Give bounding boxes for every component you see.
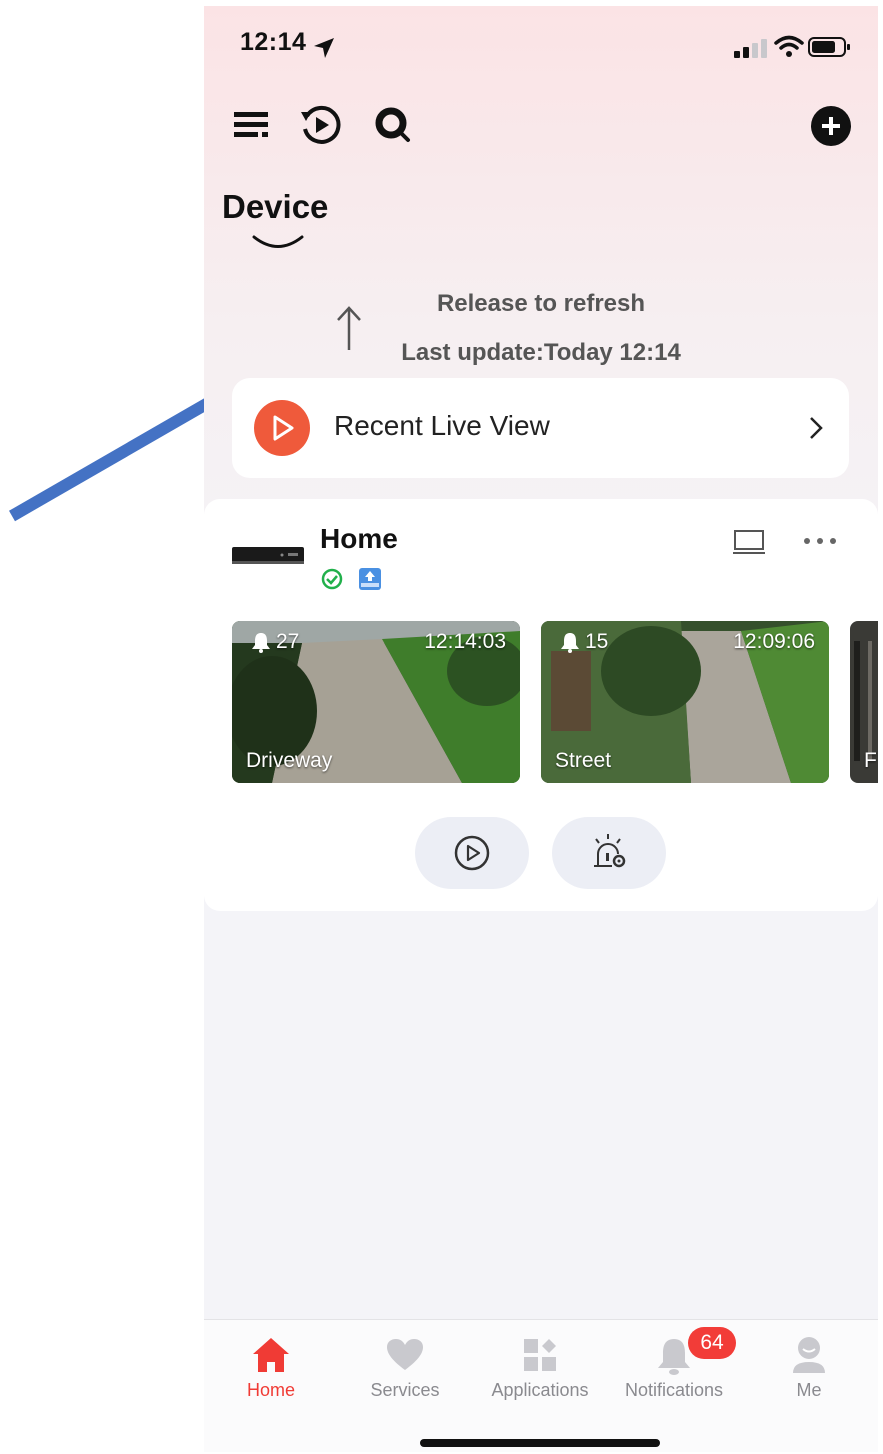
tab-label: Home	[246, 1380, 295, 1400]
camera-time: 12:09:06	[733, 630, 815, 653]
tab-home[interactable]: Home	[204, 1320, 338, 1430]
alert-count: 15	[585, 630, 609, 653]
home-indicator	[420, 1439, 660, 1447]
status-time: 12:14	[240, 28, 307, 56]
bell-icon	[252, 633, 270, 653]
home-icon	[253, 1338, 289, 1372]
tab-label: Services	[370, 1380, 440, 1400]
profile-icon	[793, 1337, 825, 1373]
camera-thumbnail[interactable]: 27 12:14:03 Driveway	[232, 621, 520, 783]
tab-services[interactable]: Services	[338, 1320, 472, 1430]
more-icon[interactable]	[802, 535, 838, 547]
release-to-refresh-text: Release to refresh	[436, 290, 646, 317]
play-circle-icon	[454, 835, 490, 871]
search-icon[interactable]	[374, 106, 414, 146]
tab-label: Applications	[491, 1380, 589, 1400]
tab-label: Me	[796, 1380, 822, 1400]
online-check-icon	[321, 568, 343, 590]
phone-screen: 12:14 Device Release to refresh Last upd…	[204, 6, 878, 1452]
alert-count: 27	[276, 630, 300, 653]
recent-live-view-card[interactable]: Recent Live View	[232, 378, 849, 478]
playback-icon[interactable]	[299, 104, 341, 146]
bottom-tab-bar: Home Services Applications Notifications	[204, 1319, 878, 1452]
alarm-settings-button[interactable]	[552, 817, 666, 889]
heart-icon	[387, 1339, 423, 1370]
wifi-icon	[774, 35, 804, 57]
camera-thumbnail[interactable]: 15 12:09:06 Street	[541, 621, 829, 783]
notification-badge: 64	[688, 1327, 736, 1359]
menu-list-icon[interactable]	[234, 110, 268, 140]
battery-icon	[808, 37, 850, 57]
camera-name: Street	[555, 749, 612, 772]
camera-name: Driveway	[246, 749, 333, 772]
recent-live-view-label: Recent Live View	[334, 410, 550, 441]
live-view-button[interactable]	[254, 400, 310, 456]
location-arrow-icon	[314, 38, 334, 58]
smile-chevron-icon[interactable]	[252, 234, 304, 252]
alarm-settings-icon	[594, 834, 626, 868]
bell-icon	[561, 633, 579, 653]
cloud-upload-icon	[359, 568, 381, 590]
camera-time: 12:14:03	[424, 630, 506, 653]
tab-label: Notifications	[624, 1380, 724, 1400]
camera-thumbnail[interactable]: F	[850, 621, 878, 783]
add-icon[interactable]	[810, 105, 852, 147]
page-title[interactable]: Device	[222, 188, 328, 226]
camera-name: F	[864, 749, 877, 772]
playback-button[interactable]	[415, 817, 529, 889]
device-name: Home	[320, 523, 398, 554]
screen-icon[interactable]	[733, 529, 765, 557]
nvr-device-icon	[232, 547, 304, 564]
play-icon	[273, 415, 294, 441]
apps-icon	[524, 1339, 556, 1371]
tab-me[interactable]: Me	[742, 1320, 876, 1430]
tab-applications[interactable]: Applications	[473, 1320, 607, 1430]
signal-icon	[734, 39, 767, 58]
last-update-text: Last update:Today 12:14	[401, 339, 681, 366]
chevron-right-icon	[810, 417, 823, 439]
device-card-home[interactable]: Home 27 12:14:03 Driveway 15 12:09:06 St…	[204, 499, 878, 911]
